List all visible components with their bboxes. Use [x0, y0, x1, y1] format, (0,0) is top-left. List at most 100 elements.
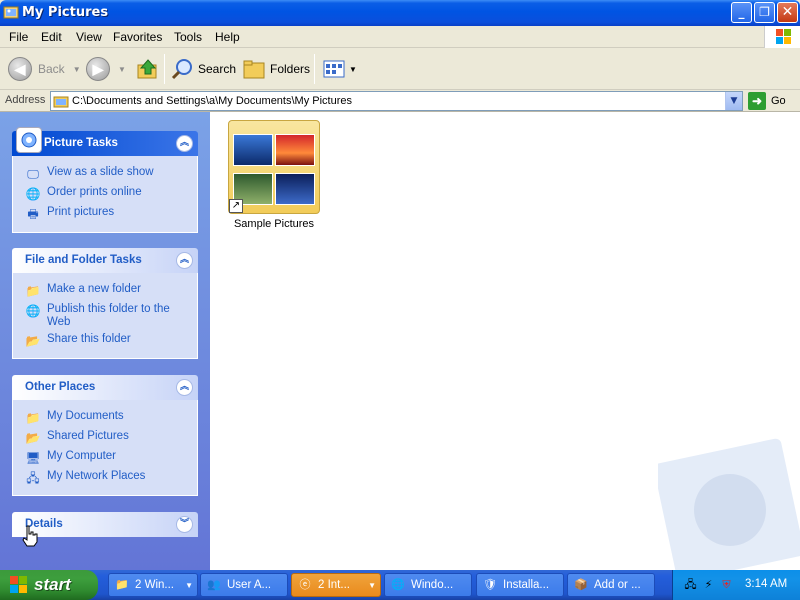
- forward-button[interactable]: ▶ ▼: [86, 56, 126, 82]
- add-remove-programs-icon: 📦: [574, 579, 588, 591]
- file-folder-tasks-panel: File and Folder Tasks ︽ 📁 Make a new fol…: [12, 248, 198, 359]
- close-button[interactable]: ✕: [777, 2, 798, 23]
- hand-cursor-icon: [22, 525, 38, 547]
- safely-remove-icon[interactable]: ⚡: [701, 577, 716, 592]
- menu-favorites[interactable]: Favorites: [113, 30, 162, 44]
- taskbar-button-windows[interactable]: 🌐 Windo...: [384, 573, 472, 597]
- globe-icon: 🌐: [25, 187, 41, 201]
- security-center-icon[interactable]: ⛨: [719, 577, 734, 592]
- place-label: Shared Pictures: [47, 430, 129, 442]
- go-button[interactable]: ➜ Go: [748, 91, 786, 111]
- place-shared-pictures[interactable]: 📂 Shared Pictures: [13, 428, 197, 448]
- up-folder-button[interactable]: [136, 56, 160, 82]
- other-places-header[interactable]: Other Places ︽: [12, 375, 198, 400]
- menu-help[interactable]: Help: [215, 30, 240, 44]
- address-value: C:\Documents and Settings\a\My Documents…: [72, 95, 352, 107]
- menu-bar: File Edit View Favorites Tools Help: [0, 26, 800, 48]
- place-label: My Computer: [47, 450, 117, 462]
- details-header[interactable]: Details ︾: [12, 512, 198, 537]
- back-button[interactable]: ◀ Back ▼: [8, 56, 81, 82]
- search-icon: [171, 59, 192, 80]
- new-folder-icon: 📁: [25, 284, 41, 298]
- installer-icon: 🛡: [483, 579, 497, 591]
- taskbar-button-add-remove-programs[interactable]: 📦 Add or ...: [567, 573, 655, 597]
- windows-update-icon: 🌐: [391, 579, 405, 591]
- picture-tasks-panel: Picture Tasks ︽ 🖵 View as a slide show 🌐…: [12, 127, 198, 233]
- start-label: start: [34, 575, 71, 594]
- picture-tasks-title: Picture Tasks: [44, 137, 118, 149]
- taskbar-button-label: Installa...: [503, 579, 550, 591]
- menu-file[interactable]: File: [9, 30, 28, 44]
- expand-chevron-icon[interactable]: ︾: [176, 516, 193, 533]
- network-icon[interactable]: 🖧: [683, 577, 698, 592]
- task-label: Print pictures: [47, 206, 115, 218]
- clock[interactable]: 3:14 AM: [745, 578, 787, 590]
- taskbar-button-label: 2 Win...: [135, 579, 174, 591]
- search-button[interactable]: Search: [170, 56, 236, 82]
- menu-view[interactable]: View: [76, 30, 102, 44]
- collapse-chevron-icon[interactable]: ︽: [176, 135, 193, 152]
- task-print-pictures[interactable]: 🖶 Print pictures: [13, 204, 197, 224]
- task-publish-folder[interactable]: 🌐 Publish this folder to the Web: [13, 301, 197, 331]
- maximize-button[interactable]: ❐: [754, 2, 775, 23]
- taskbar-button-installation[interactable]: 🛡 Installa...: [476, 573, 564, 597]
- menu-edit[interactable]: Edit: [41, 30, 62, 44]
- forward-dropdown-icon: ▼: [118, 64, 126, 74]
- task-make-new-folder[interactable]: 📁 Make a new folder: [13, 281, 197, 301]
- task-label: Publish this folder to the Web: [47, 303, 170, 328]
- other-places-title: Other Places: [25, 381, 96, 393]
- task-view-slideshow[interactable]: 🖵 View as a slide show: [13, 164, 197, 184]
- folder-thumbnail: ↗: [228, 120, 320, 214]
- forward-arrow-icon: ▶: [86, 57, 110, 81]
- watermark-camera-icon: [658, 438, 800, 570]
- back-dropdown-icon: ▼: [72, 64, 81, 74]
- file-folder-tasks-body: 📁 Make a new folder 🌐 Publish this folde…: [12, 273, 198, 359]
- file-folder-tasks-header[interactable]: File and Folder Tasks ︽: [12, 248, 198, 273]
- toolbar-separator: [314, 54, 315, 84]
- place-network-places[interactable]: 🖧 My Network Places: [13, 468, 197, 488]
- file-view: ↗ Sample Pictures: [210, 112, 800, 570]
- taskbar-button-label: Add or ...: [594, 579, 641, 591]
- menu-tools[interactable]: Tools: [174, 30, 202, 44]
- address-bar: Address C:\Documents and Settings\a\My D…: [0, 90, 800, 112]
- thumbnail-sunset: [275, 134, 315, 166]
- picture-tasks-header[interactable]: Picture Tasks ︽: [12, 127, 198, 156]
- my-documents-icon: 📁: [25, 411, 41, 425]
- task-pane: Picture Tasks ︽ 🖵 View as a slide show 🌐…: [0, 112, 210, 570]
- system-tray: 🖧 ⚡ ⛨ 3:14 AM: [672, 570, 800, 600]
- task-order-prints[interactable]: 🌐 Order prints online: [13, 184, 197, 204]
- taskbar-button-user-accounts[interactable]: 👥 User A...: [200, 573, 288, 597]
- internet-explorer-icon: ⓔ: [299, 579, 311, 591]
- taskbar-button-windows-explorer[interactable]: 📁 2 Win... ▼: [108, 573, 198, 597]
- place-my-computer[interactable]: 🖥 My Computer: [13, 448, 197, 468]
- folder-icon: [53, 96, 69, 108]
- taskbar-button-internet-explorer[interactable]: ⓔ 2 Int... ▼: [291, 573, 381, 597]
- folders-button[interactable]: Folders: [242, 56, 310, 82]
- folder-icon: 📁: [115, 579, 129, 591]
- thumbnail-blue-hills: [233, 134, 273, 166]
- start-button[interactable]: start: [0, 570, 98, 600]
- taskbar: start 📁 2 Win... ▼ 👥 User A... ⓔ 2 Int..…: [0, 570, 800, 600]
- slideshow-icon: 🖵: [27, 167, 39, 181]
- collapse-chevron-icon[interactable]: ︽: [176, 252, 193, 269]
- task-share-folder[interactable]: 📂 Share this folder: [13, 331, 197, 351]
- folder-item[interactable]: ↗ Sample Pictures: [228, 120, 320, 230]
- address-dropdown-button[interactable]: ▼: [725, 92, 742, 110]
- share-folder-icon: 📂: [25, 334, 41, 348]
- thumbnail-winter: [275, 173, 315, 205]
- taskbar-button-label: 2 Int...: [318, 579, 350, 591]
- address-input[interactable]: C:\Documents and Settings\a\My Documents…: [50, 91, 743, 111]
- publish-web-icon: 🌐: [25, 304, 41, 318]
- window-title: My Pictures: [22, 5, 109, 20]
- folder-label: Sample Pictures: [233, 218, 315, 230]
- minimize-button[interactable]: _: [731, 2, 752, 23]
- views-button[interactable]: ▼: [322, 56, 357, 82]
- my-computer-icon: 🖥: [25, 451, 41, 465]
- toolbar: ◀ Back ▼ ▶ ▼ Search Folders ▼: [0, 48, 800, 90]
- place-my-documents[interactable]: 📁 My Documents: [13, 408, 197, 428]
- picture-tasks-badge-icon: [16, 127, 42, 153]
- taskbar-button-label: User A...: [227, 579, 272, 591]
- title-bar[interactable]: My Pictures _ ❐ ✕: [0, 0, 800, 26]
- collapse-chevron-icon[interactable]: ︽: [176, 379, 193, 396]
- taskbar-button-label: Windo...: [411, 579, 454, 591]
